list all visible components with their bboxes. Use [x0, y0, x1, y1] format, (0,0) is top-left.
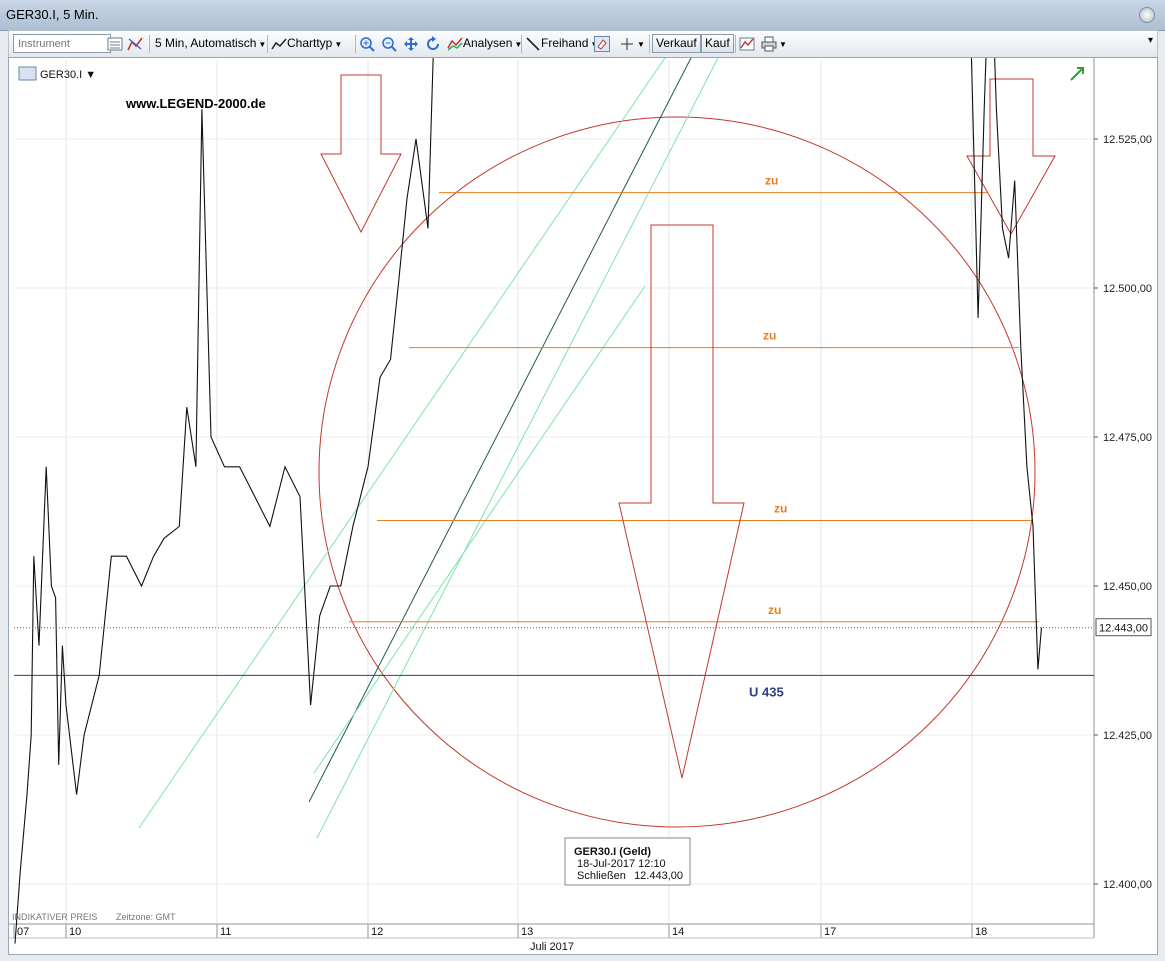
window-title: GER30.I, 5 Min.: [6, 7, 99, 22]
x-tick-label: 11: [220, 926, 231, 938]
freihand-dropdown[interactable]: Freihand▼: [525, 34, 598, 53]
eraser-icon[interactable]: [594, 34, 610, 53]
charttype-dropdown[interactable]: Charttyp ▼: [271, 34, 342, 53]
verkauf-button[interactable]: Verkauf: [652, 34, 701, 53]
watermark-text: www.LEGEND-2000.de: [125, 96, 266, 111]
zoom-out-icon[interactable]: [381, 34, 397, 53]
x-tick-label: 07: [17, 926, 29, 938]
instrument-list-icon[interactable]: [107, 34, 123, 53]
y-tick-label: 12.400,00: [1103, 879, 1152, 891]
x-tick-label: 10: [69, 926, 81, 938]
zu-label: zu: [774, 501, 787, 515]
analysen-dropdown[interactable]: Analysen ▼: [447, 34, 522, 53]
title-bar: GER30.I, 5 Min.: [0, 0, 1165, 31]
instrument-cfd-icon: [18, 66, 37, 81]
instrument-input[interactable]: [13, 34, 111, 53]
zu-label: zu: [763, 329, 776, 343]
tooltip-close-value: 12.443,00: [634, 870, 683, 882]
zu-label: zu: [765, 174, 778, 188]
chart-toolbar: 5 Min, Automatisch▼ Charttyp▼ Analysen▼ …: [8, 30, 1158, 58]
x-tick-label: 17: [824, 926, 836, 938]
kauf-button[interactable]: Kauf: [701, 34, 734, 53]
zu-label: zu: [768, 603, 781, 617]
y-tick-label: 12.525,00: [1103, 134, 1152, 146]
footer-indicative: INDIKATIVER PREIS: [12, 912, 97, 922]
footer-timezone: Zeitzone: GMT: [116, 912, 176, 922]
application-window: GER30.I, 5 Min. 5 Min, Automatisch▼ Char…: [0, 0, 1165, 961]
tooltip-close-label: Schließen: [577, 870, 626, 882]
y-tick-label: 12.500,00: [1103, 283, 1152, 295]
interval-dropdown[interactable]: 5 Min, Automatisch ▼: [155, 34, 266, 53]
x-tick-label: 12: [371, 926, 383, 938]
toolbar-overflow-icon[interactable]: ▾: [1148, 35, 1153, 46]
last-price-label: 12.443,00: [1099, 623, 1148, 635]
y-tick-label: 12.475,00: [1103, 432, 1152, 444]
y-tick-label: 12.450,00: [1103, 581, 1152, 593]
tooltip-date: 18-Jul-2017 12:10: [577, 858, 666, 870]
instrument-label[interactable]: GER30.I ▼: [40, 69, 96, 81]
print-dropdown[interactable]: ▼: [761, 34, 787, 53]
tooltip-title: GER30.I (Geld): [574, 846, 651, 858]
indicator-icon[interactable]: [127, 34, 143, 53]
chart-settings-icon[interactable]: [739, 34, 755, 53]
price-chart[interactable]: 12.400,00 12.425,00 12.450,00 12.475,00 12.5…: [9, 58, 1157, 954]
crosshair-dropdown[interactable]: ▼: [619, 34, 645, 53]
x-tick-label: 18: [975, 926, 987, 938]
pan-icon[interactable]: [403, 34, 419, 53]
u-label: U 435: [749, 684, 784, 699]
y-tick-label: 12.425,00: [1103, 730, 1152, 742]
x-tick-label: 13: [521, 926, 533, 938]
chart-area[interactable]: 12.400,00 12.425,00 12.450,00 12.475,00 12.5…: [8, 57, 1158, 955]
x-tick-label: 14: [672, 926, 684, 938]
window-control-icon[interactable]: [1139, 7, 1155, 23]
refresh-icon[interactable]: [425, 34, 441, 53]
month-label: Juli 2017: [530, 941, 574, 953]
zoom-in-icon[interactable]: [359, 34, 375, 53]
